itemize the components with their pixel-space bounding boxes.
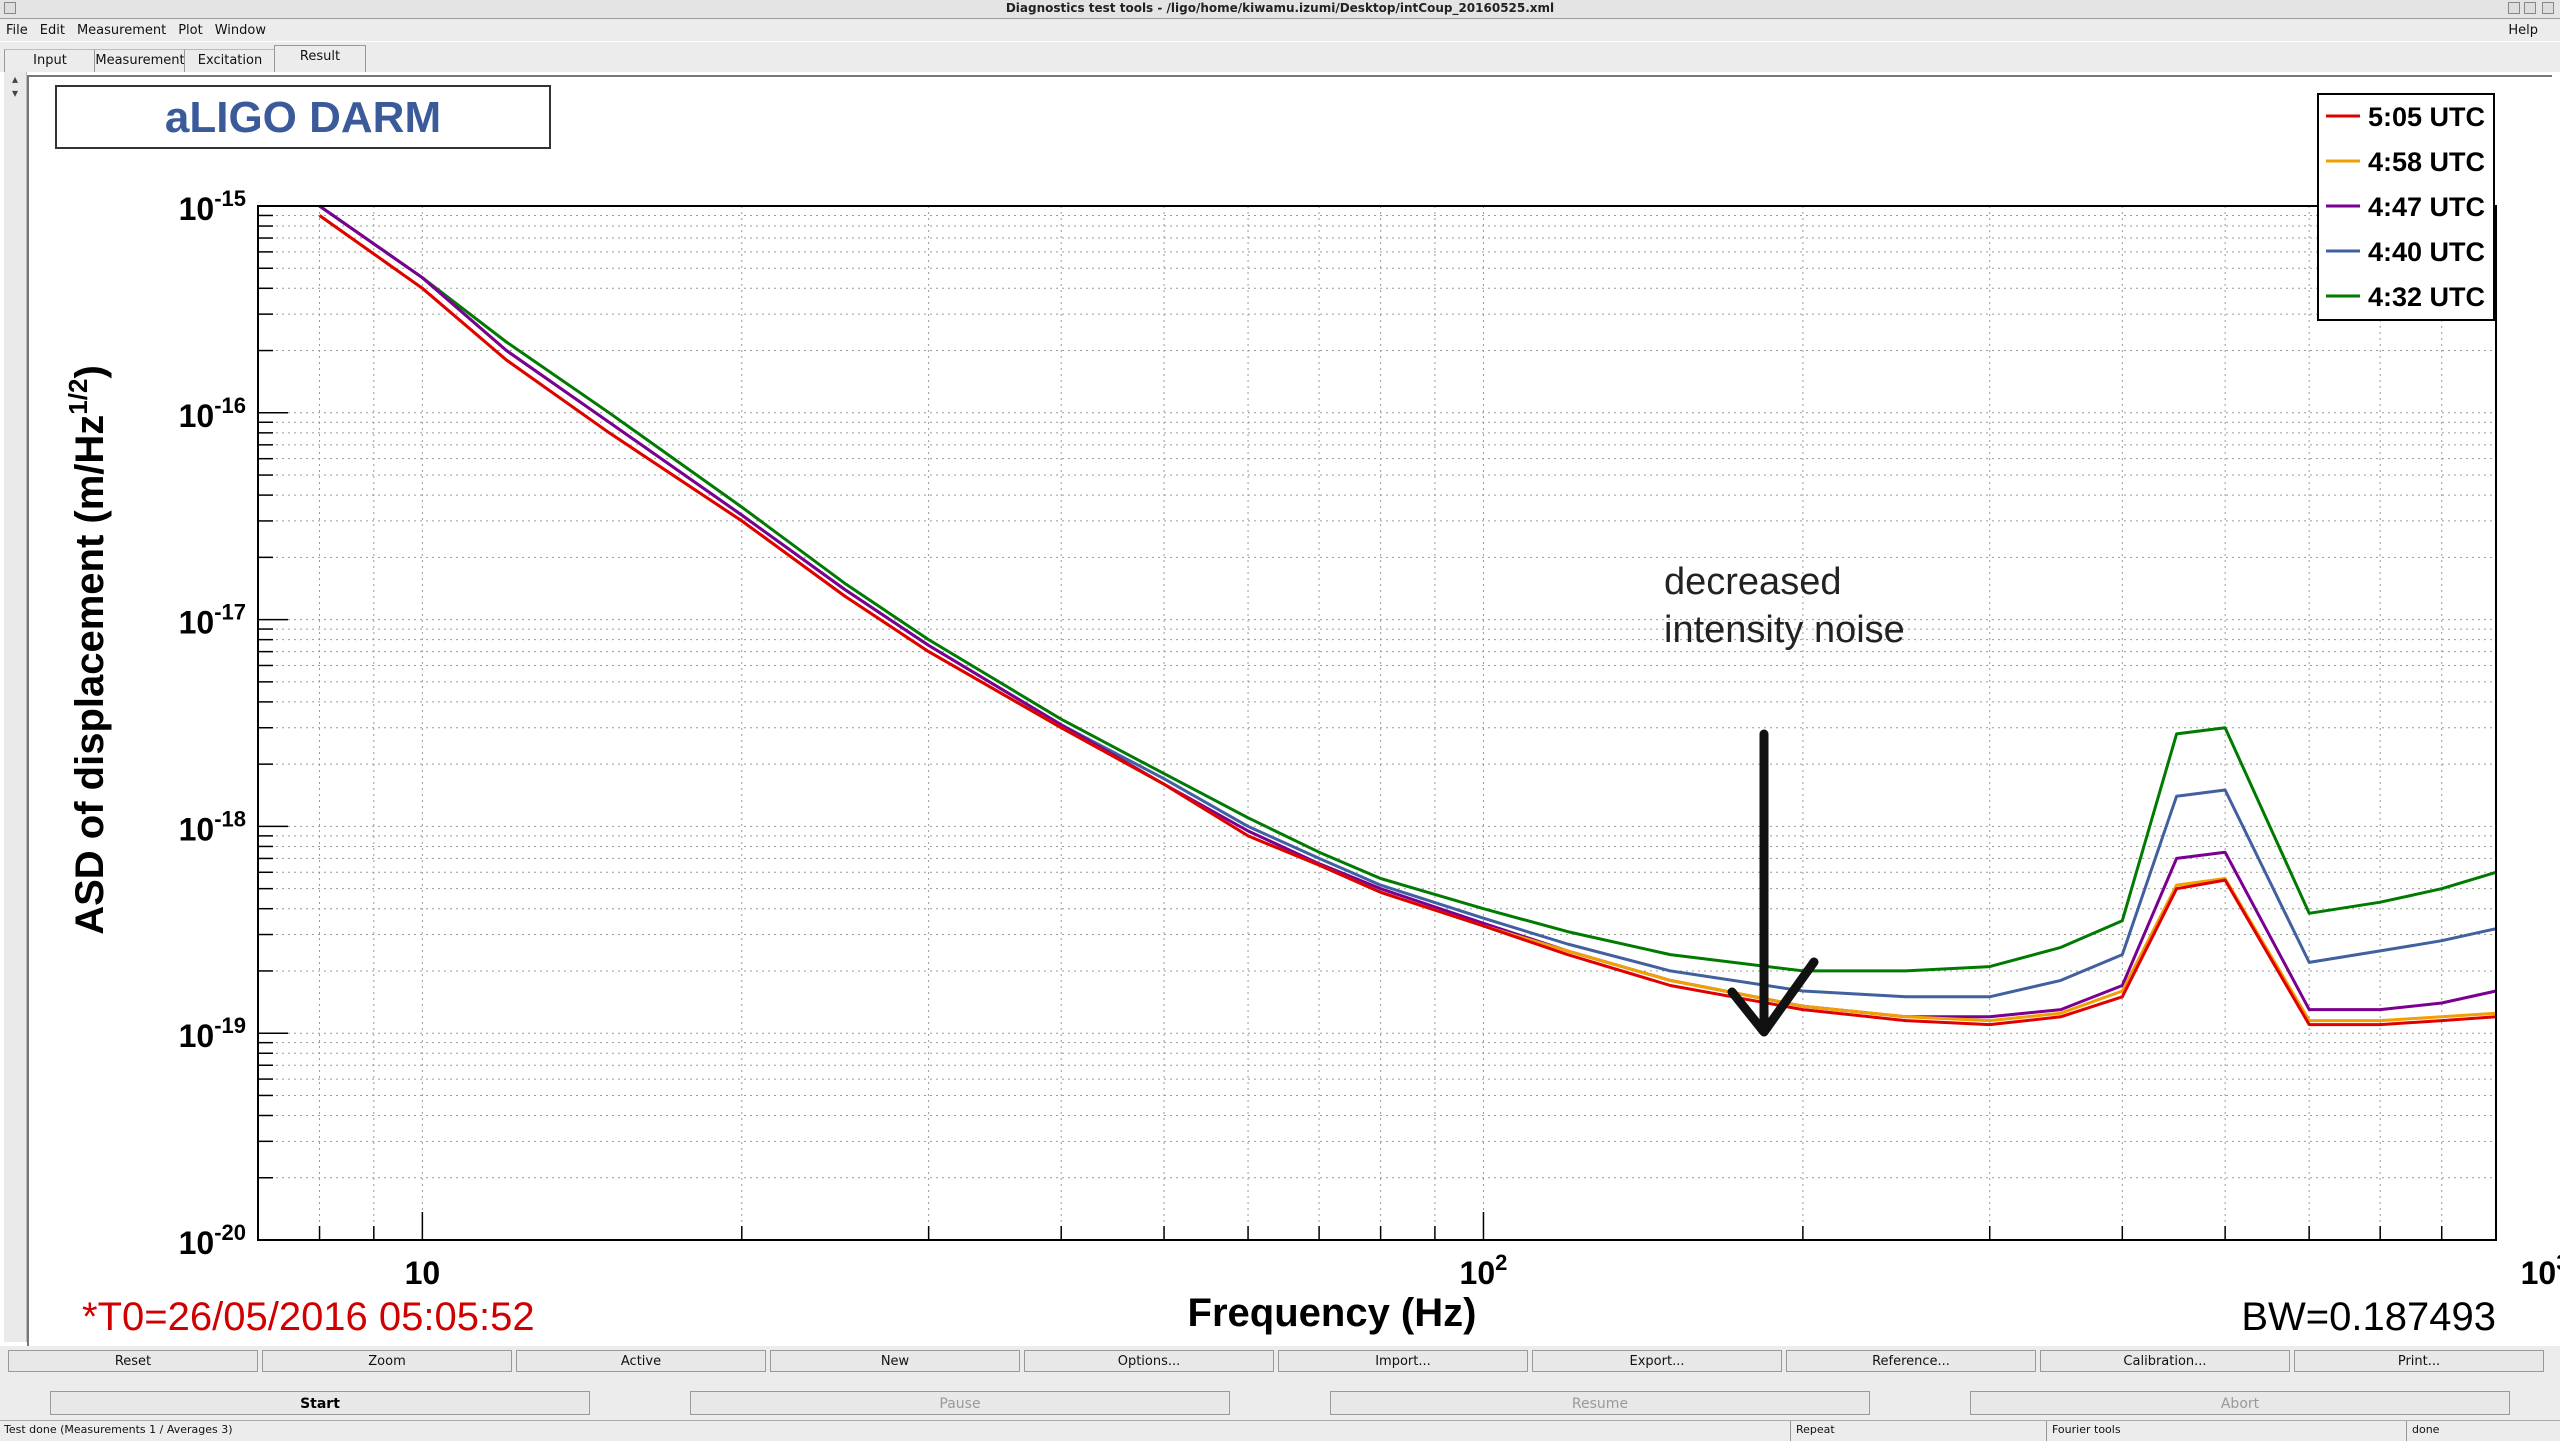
- annotation-line2: intensity noise: [1664, 609, 1905, 651]
- series-line: [318, 214, 2497, 1027]
- x-tick-label: 103: [2521, 1250, 2560, 1291]
- status-bar: Test done (Measurements 1 / Averages 3) …: [0, 1420, 2560, 1441]
- bandwidth-label: BW=0.187493: [2241, 1295, 2496, 1339]
- y-tick-label: 10-19: [179, 1013, 246, 1054]
- legend-entry: 4:32 UTC: [2368, 282, 2485, 312]
- options-button[interactable]: Options...: [1024, 1350, 1274, 1372]
- y-tick-label: 10-20: [179, 1220, 246, 1261]
- darm-asd-chart[interactable]: aLIGO DARM 10-15 10-16 10-17 10-18 10-19 10-2…: [0, 0, 2560, 1440]
- status-message: Test done (Measurements 1 / Averages 3): [4, 1423, 233, 1436]
- legend-entry: 5:05 UTC: [2368, 102, 2485, 132]
- legend-entry: 4:40 UTC: [2368, 237, 2485, 267]
- x-tick-label: 102: [1460, 1250, 1508, 1291]
- export-button[interactable]: Export...: [1532, 1350, 1782, 1372]
- legend-entry: 4:47 UTC: [2368, 192, 2485, 222]
- reset-button[interactable]: Reset: [8, 1350, 258, 1372]
- y-axis-label: ASD of displacement (m/Hz1/2): [63, 365, 112, 935]
- status-tool: Fourier tools: [2052, 1423, 2121, 1436]
- x-tick-label: 10: [405, 1255, 441, 1291]
- pause-button[interactable]: Pause: [690, 1391, 1230, 1415]
- zoom-button[interactable]: Zoom: [262, 1350, 512, 1372]
- abort-button[interactable]: Abort: [1970, 1391, 2510, 1415]
- active-button[interactable]: Active: [516, 1350, 766, 1372]
- t0-timestamp: *T0=26/05/2016 05:05:52: [82, 1295, 535, 1339]
- annotation-line1: decreased: [1664, 561, 1841, 603]
- calibration-button[interactable]: Calibration...: [2040, 1350, 2290, 1372]
- start-button[interactable]: Start: [50, 1391, 590, 1415]
- import-button[interactable]: Import...: [1278, 1350, 1528, 1372]
- status-state: done: [2412, 1423, 2440, 1436]
- resume-button[interactable]: Resume: [1330, 1391, 1870, 1415]
- y-tick-label: 10-15: [179, 186, 246, 227]
- plot-frame: [257, 205, 2497, 1241]
- print-button[interactable]: Print...: [2294, 1350, 2544, 1372]
- x-axis-label: Frequency (Hz): [1188, 1291, 1477, 1335]
- banner-title: aLIGO DARM: [165, 93, 441, 142]
- new-button[interactable]: New: [770, 1350, 1020, 1372]
- legend-entry: 4:58 UTC: [2368, 147, 2485, 177]
- y-tick-label: 10-18: [179, 806, 246, 847]
- series-line: [318, 204, 2497, 973]
- y-tick-label: 10-16: [179, 393, 246, 434]
- reference-button[interactable]: Reference...: [1786, 1350, 2036, 1372]
- status-repeat: Repeat: [1796, 1423, 1835, 1436]
- y-tick-label: 10-17: [179, 600, 246, 641]
- legend: 5:05 UTC 4:58 UTC 4:47 UTC 4:40 UTC 4:32 UTC: [2317, 93, 2495, 321]
